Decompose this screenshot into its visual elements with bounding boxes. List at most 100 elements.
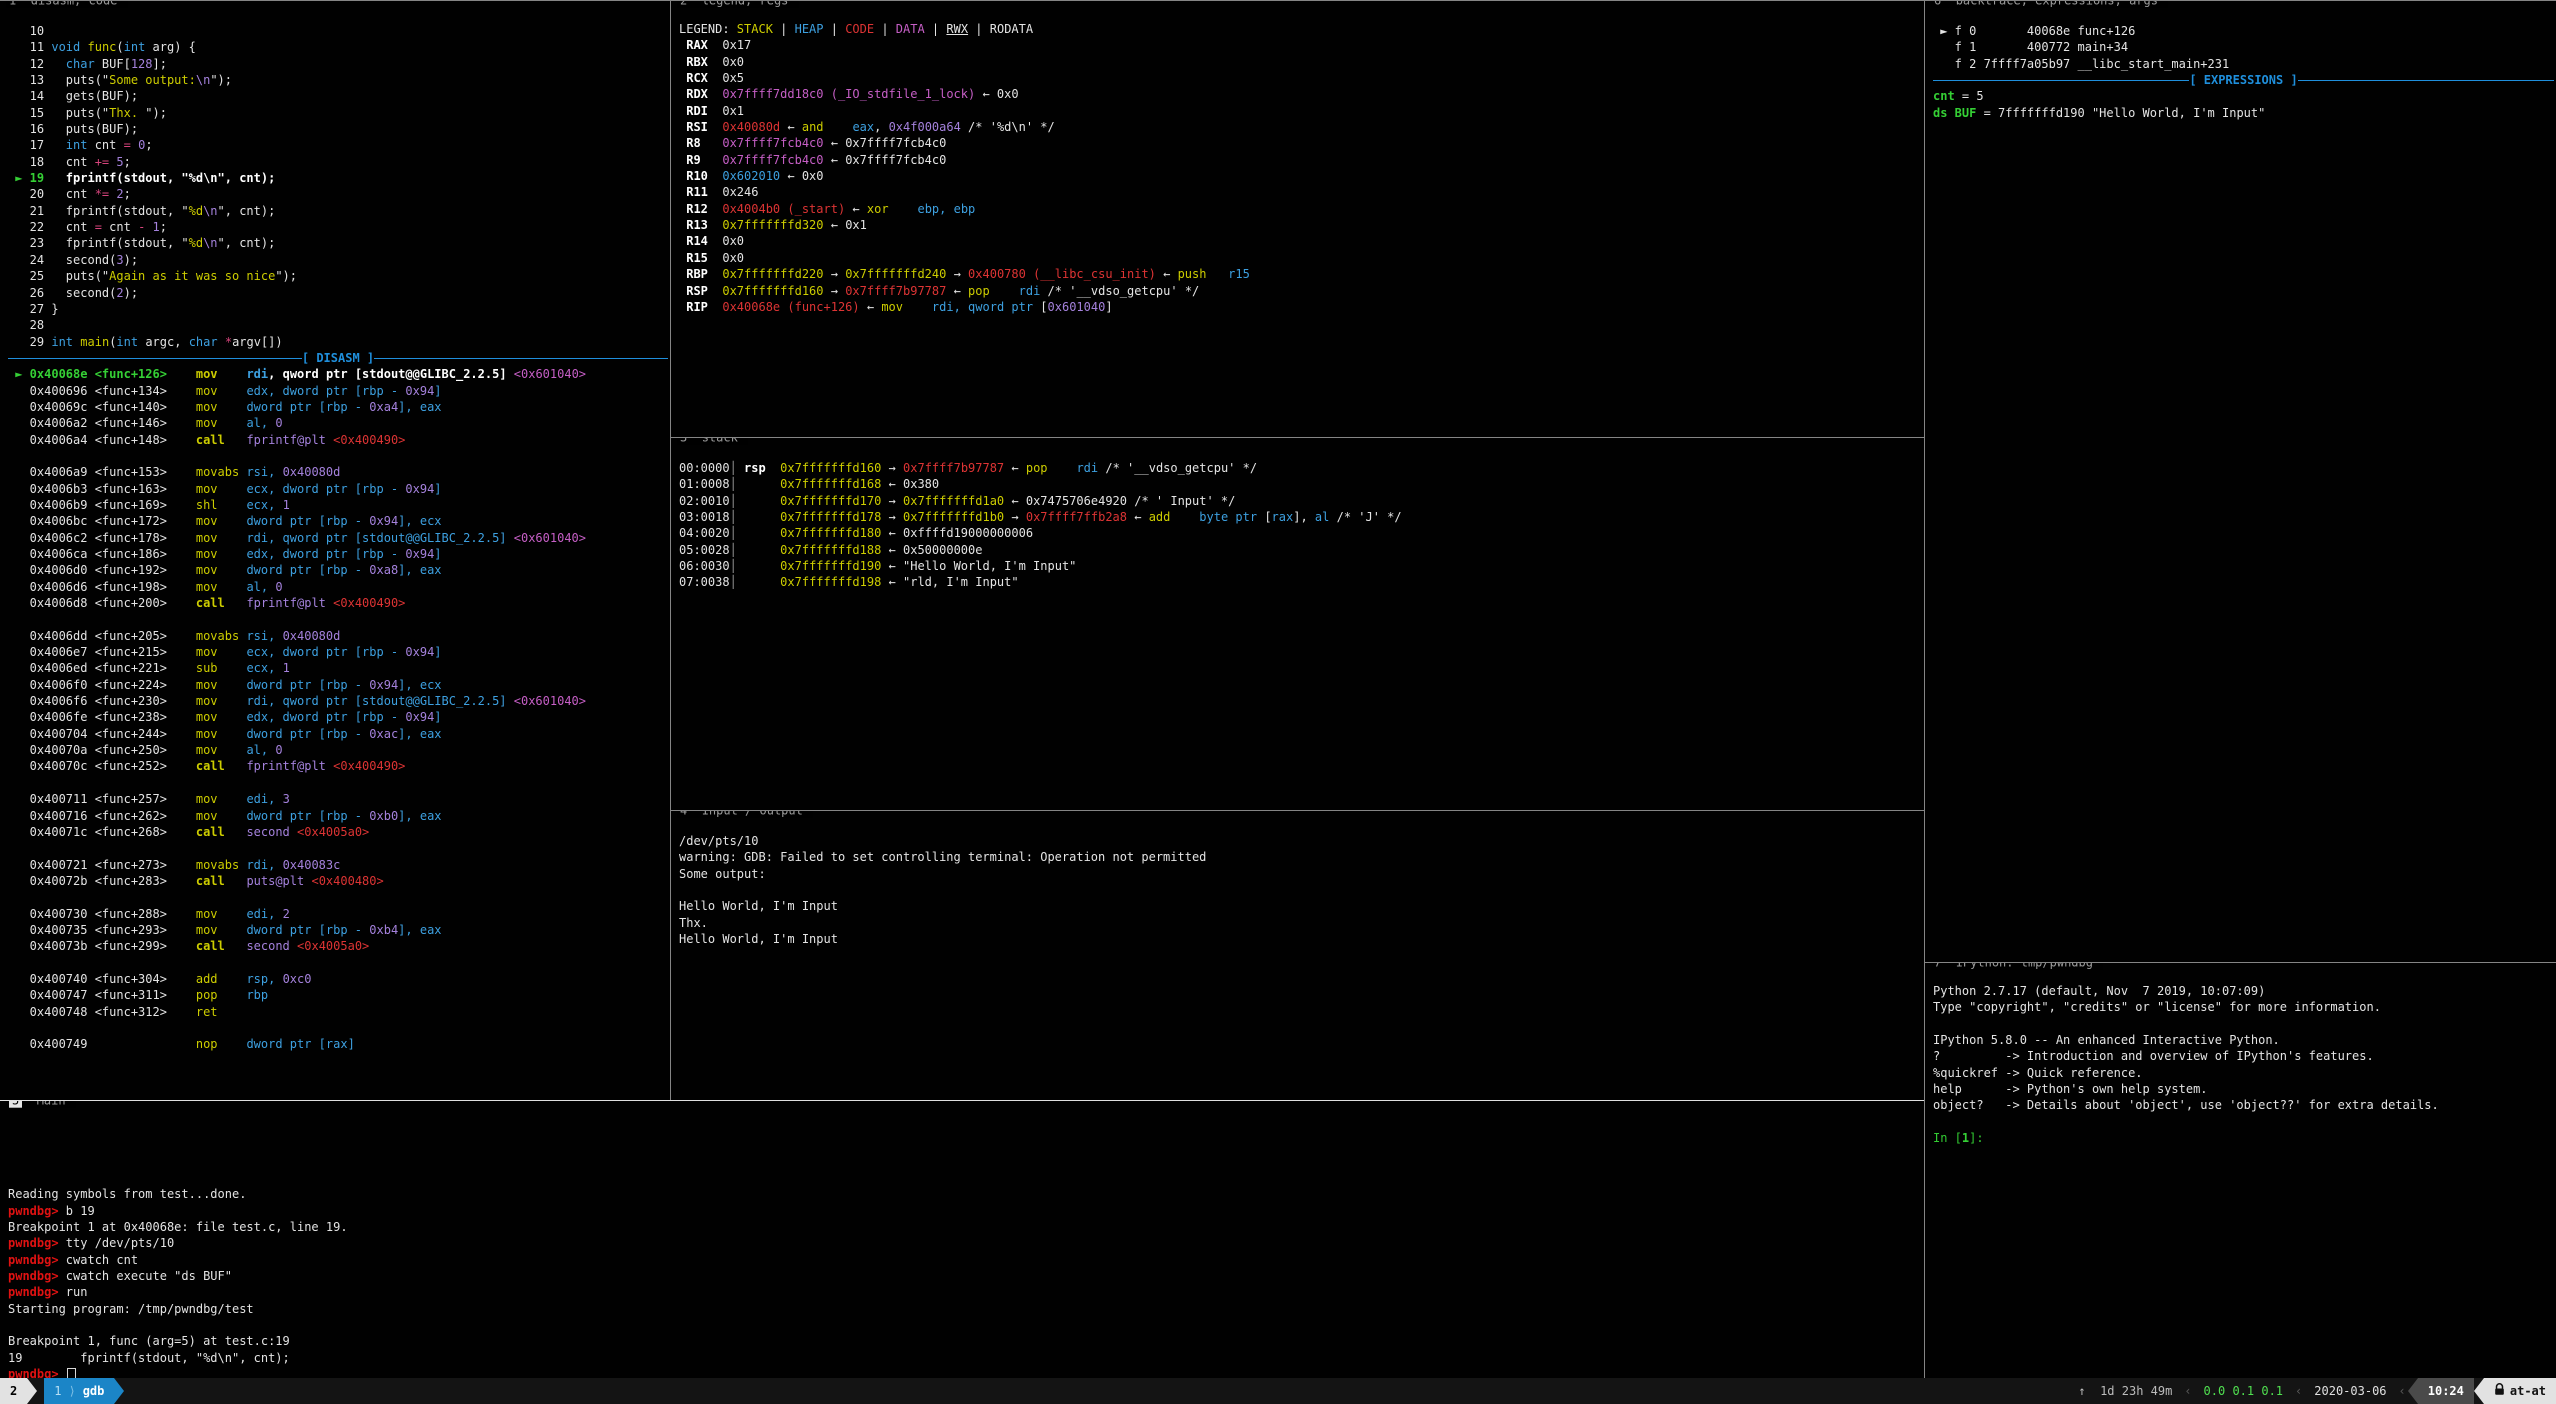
pane-disasm-code[interactable]: 1 "disasm, code" 10 11 void func(int arg… <box>0 0 670 1100</box>
terminal-line: 0x400747 <func+311> pop rbp <box>8 987 668 1003</box>
terminal-line: 0x4006e7 <func+215> mov ecx, dword ptr [… <box>8 644 668 660</box>
terminal-line: pwndbg> tty /dev/pts/10 <box>8 1235 1922 1251</box>
terminal-line: 0x40070a <func+250> mov al, 0 <box>8 742 668 758</box>
tmux-status-bar: 2 1⟩gdb ↑ 1d 23h 49m ‹ 0.0 0.1 0.1 ‹ 202… <box>0 1378 2556 1404</box>
terminal-line: 0x4006dd <func+205> movabs rsi, 0x40080d <box>8 628 668 644</box>
terminal-line: R15 0x0 <box>679 250 1922 266</box>
expressions-section-label: [ EXPRESSIONS ] <box>2189 73 2297 87</box>
pane-name: "backtrace, expressions, args" <box>1948 0 2165 8</box>
disasm-section-divider: [ DISASM ] <box>8 350 668 366</box>
terminal-line: 16 puts(BUF); <box>8 121 668 137</box>
pane-ipython[interactable]: 7 "IPython: tmp/pwndbg" Python 2.7.17 (d… <box>1924 962 2556 1378</box>
terminal-line: Reading symbols from test...done. <box>8 1186 1922 1202</box>
terminal-line: Python 2.7.17 (default, Nov 7 2019, 10:0… <box>1933 983 2554 999</box>
terminal-line: 0x400730 <func+288> mov edi, 2 <box>8 906 668 922</box>
terminal-line: 0x400711 <func+257> mov edi, 3 <box>8 791 668 807</box>
terminal-line: RDI 0x1 <box>679 103 1922 119</box>
terminal-line: R12 0x4004b0 (_start) ← xor ebp, ebp <box>679 201 1922 217</box>
terminal-line: /dev/pts/10 <box>679 833 1922 849</box>
terminal-line: 25 puts("Again as it was so nice"); <box>8 268 668 284</box>
terminal-line: warning: GDB: Failed to set controlling … <box>679 849 1922 865</box>
terminal-line: 0x4006bc <func+172> mov dword ptr [rbp -… <box>8 513 668 529</box>
load-average: 0.0 0.1 0.1 <box>2194 1378 2293 1404</box>
pane-backtrace-expressions[interactable]: 6 "backtrace, expressions, args" ► f 0 4… <box>1924 0 2556 962</box>
terminal-line: RAX 0x17 <box>679 37 1922 53</box>
terminal-line: 19 fprintf(stdout, "%d\n", cnt); <box>8 1350 1922 1366</box>
terminal-line: ► 19 fprintf(stdout, "%d\n", cnt); <box>8 170 668 186</box>
terminal-line: 0x4006d0 <func+192> mov dword ptr [rbp -… <box>8 562 668 578</box>
terminal-line <box>8 1137 1922 1153</box>
terminal-line: 0x4006ed <func+221> sub ecx, 1 <box>8 660 668 676</box>
chevron-left-icon: ‹ <box>2182 1378 2193 1404</box>
terminal-line: 21 fprintf(stdout, "%d\n", cnt); <box>8 203 668 219</box>
pane-title-ipython: 7 "IPython: tmp/pwndbg" <box>1931 962 2103 970</box>
terminal-line: R9 0x7ffff7fcb4c0 ← 0x7ffff7fcb4c0 <box>679 152 1922 168</box>
terminal-line <box>8 1154 1922 1170</box>
terminal-line: 0x4006b9 <func+169> shl ecx, 1 <box>8 497 668 513</box>
terminal-line: In [1]: <box>1933 1130 2554 1146</box>
terminal-line: 00:0000│ rsp 0x7fffffffd160 → 0x7ffff7b9… <box>679 460 1922 476</box>
terminal-line: 0x400721 <func+273> movabs rdi, 0x40083c <box>8 857 668 873</box>
terminal-line <box>8 955 668 971</box>
terminal-line: R11 0x246 <box>679 184 1922 200</box>
hostname-segment: at-at <box>2484 1378 2556 1404</box>
terminal-line <box>8 889 668 905</box>
pane-main-gdb-console[interactable]: 5 "Main" Reading symbols from test...don… <box>0 1100 1924 1378</box>
terminal-line: pwndbg> run <box>8 1284 1922 1300</box>
terminal-line: 0x4006b3 <func+163> mov ecx, dword ptr [… <box>8 481 668 497</box>
pane-name: "stack" <box>694 437 745 445</box>
disassembly-listing: ► 0x40068e <func+126> mov rdi, qword ptr… <box>8 366 668 1052</box>
terminal-line: 0x400749 nop dword ptr [rax] <box>8 1036 668 1052</box>
terminal-line: RBX 0x0 <box>679 54 1922 70</box>
terminal-line: %quickref -> Quick reference. <box>1933 1065 2554 1081</box>
terminal-line: 01:0008│ 0x7fffffffd168 ← 0x380 <box>679 476 1922 492</box>
terminal-line: 26 second(2); <box>8 285 668 301</box>
terminal-line <box>8 611 668 627</box>
terminal-line: 28 <box>8 317 668 333</box>
terminal-line: Hello World, I'm Input <box>679 898 1922 914</box>
program-io-output: /dev/pts/10warning: GDB: Failed to set c… <box>679 833 1922 947</box>
pane-legend-regs[interactable]: 2 "legend, regs" LEGEND: STACK | HEAP | … <box>670 0 1924 437</box>
terminal-line: Type "copyright", "credits" or "license"… <box>1933 999 2554 1015</box>
terminal-line <box>1933 1016 2554 1032</box>
terminal-line: ► f 0 40068e func+126 <box>1933 23 2554 39</box>
terminal-line: 03:0018│ 0x7fffffffd178 → 0x7fffffffd1b0… <box>679 509 1922 525</box>
pane-name: "legend, regs" <box>694 0 795 8</box>
pane-stack[interactable]: 3 "stack" 00:0000│ rsp 0x7fffffffd160 → … <box>670 437 1924 810</box>
terminal-line: cnt = 5 <box>1933 88 2554 104</box>
terminal-line: RIP 0x40068e (func+126) ← mov rdi, qword… <box>679 299 1922 315</box>
terminal-line: R13 0x7fffffffd320 ← 0x1 <box>679 217 1922 233</box>
expressions-listing: cnt = 5ds BUF = 7fffffffd190 "Hello Worl… <box>1933 88 2554 121</box>
terminal-line <box>8 775 668 791</box>
chevron-left-icon: ‹ <box>2397 1378 2408 1404</box>
powerline-triangle <box>2474 1378 2484 1404</box>
terminal-line: 0x4006f0 <func+224> mov dword ptr [rbp -… <box>8 677 668 693</box>
gdb-console-log[interactable]: Reading symbols from test...done.pwndbg>… <box>8 1121 1922 1378</box>
terminal-line: pwndbg> b 19 <box>8 1203 1922 1219</box>
window-separator: ⟩ <box>61 1384 82 1398</box>
terminal-line: object? -> Details about 'object', use '… <box>1933 1097 2554 1113</box>
terminal-line: IPython 5.8.0 -- An enhanced Interactive… <box>1933 1032 2554 1048</box>
terminal-line: 0x4006a9 <func+153> movabs rsi, 0x40080d <box>8 464 668 480</box>
pane-input-output[interactable]: 4 "Input / Output" /dev/pts/10warning: G… <box>670 810 1924 1100</box>
terminal-line <box>8 448 668 464</box>
terminal-line: 0x4006a4 <func+148> call fprintf@plt <0x… <box>8 432 668 448</box>
ipython-console[interactable]: Python 2.7.17 (default, Nov 7 2019, 10:0… <box>1933 983 2554 1146</box>
terminal-line: ds BUF = 7fffffffd190 "Hello World, I'm … <box>1933 105 2554 121</box>
terminal-line: pwndbg> <box>8 1366 1922 1378</box>
terminal-line: f 2 7ffff7a05b97 __libc_start_main+231 <box>1933 56 2554 72</box>
window-tab-gdb[interactable]: 1⟩gdb <box>44 1378 114 1404</box>
terminal-line: Breakpoint 1 at 0x40068e: file test.c, l… <box>8 1219 1922 1235</box>
pane-title-input-output: 4 "Input / Output" <box>677 810 813 818</box>
terminal-line: 0x4006c2 <func+178> mov rdi, qword ptr [… <box>8 530 668 546</box>
terminal-line: 0x400748 <func+312> ret <box>8 1004 668 1020</box>
status-left: 2 1⟩gdb <box>0 1378 124 1404</box>
uptime: ↑ 1d 23h 49m <box>2068 1378 2182 1404</box>
registers-listing: LEGEND: STACK | HEAP | CODE | DATA | RWX… <box>679 21 1922 315</box>
powerline-triangle <box>27 1378 37 1404</box>
terminal-line: 0x4006ca <func+186> mov edx, dword ptr [… <box>8 546 668 562</box>
terminal-line: 0x4006d8 <func+200> call fprintf@plt <0x… <box>8 595 668 611</box>
clock: 10:24 <box>2418 1378 2474 1404</box>
pane-name: "disasm, code" <box>23 0 124 8</box>
terminal-line: 0x400704 <func+244> mov dword ptr [rbp -… <box>8 726 668 742</box>
